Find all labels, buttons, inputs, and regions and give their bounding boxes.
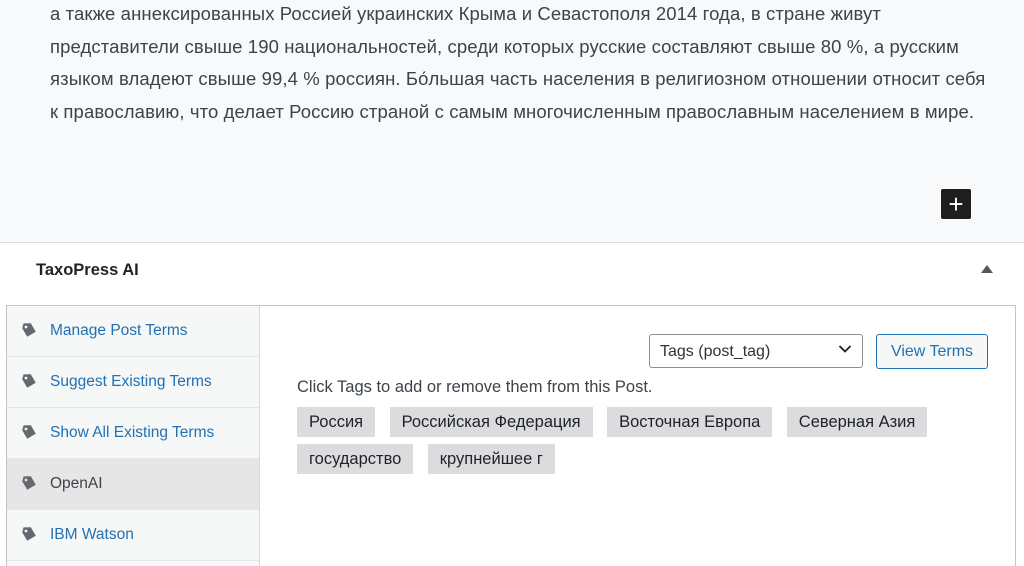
tag-icon [22, 374, 36, 388]
tag-icon [22, 476, 36, 490]
terms-content: Tags (post_tag) View Terms Click Tags to… [260, 306, 1014, 566]
tag-item[interactable]: государство [297, 444, 414, 474]
sidebar-item-label: Suggest Existing Terms [50, 373, 212, 390]
sidebar-item-label: OpenAI [50, 475, 103, 492]
sidebar-item-label: Show All Existing Terms [50, 424, 215, 441]
tag-item[interactable]: Восточная Европа [607, 407, 773, 437]
taxopress-panel-header[interactable]: TaxoPress AI [0, 243, 1024, 299]
panel-title: TaxoPress AI [36, 261, 139, 279]
instruction-text: Click Tags to add or remove them from th… [297, 378, 653, 396]
sidebar-item-show-all-existing-terms[interactable]: Show All Existing Terms [7, 408, 259, 459]
tag-icon [22, 527, 36, 541]
tag-icon [22, 323, 36, 337]
taxopress-metabox: Manage Post Terms Suggest Existing Terms… [6, 305, 1016, 566]
sidebar-item-ibm-watson[interactable]: IBM Watson [7, 510, 259, 561]
triangle-up-icon[interactable] [981, 265, 993, 273]
sidebar-item-label: IBM Watson [50, 526, 134, 543]
tag-item[interactable]: Россия [297, 407, 376, 437]
tag-icon [22, 425, 36, 439]
tag-item[interactable]: крупнейшее г [427, 444, 555, 474]
sidebar-item-openai[interactable]: OpenAI [7, 459, 259, 510]
sidebar: Manage Post Terms Suggest Existing Terms… [7, 306, 260, 566]
tag-item[interactable]: Российская Федерация [389, 407, 593, 437]
sidebar-item-label: Manage Post Terms [50, 322, 188, 339]
tag-item[interactable]: Северная Азия [786, 407, 928, 437]
view-terms-button[interactable]: View Terms [876, 334, 988, 369]
chevron-down-icon [838, 345, 852, 353]
taxonomy-select-value: Tags (post_tag) [660, 343, 771, 360]
sidebar-item-manage-post-terms[interactable]: Manage Post Terms [7, 306, 259, 357]
editor-area: а также аннексированных Россией украинск… [0, 0, 1024, 243]
taxonomy-select[interactable]: Tags (post_tag) [649, 334, 863, 368]
add-block-button[interactable]: + [941, 189, 971, 219]
tag-list: Россия Российская Федерация Восточная Ев… [297, 407, 997, 481]
paragraph-block[interactable]: а также аннексированных Россией украинск… [50, 0, 990, 128]
sidebar-item-suggest-existing-terms[interactable]: Suggest Existing Terms [7, 357, 259, 408]
